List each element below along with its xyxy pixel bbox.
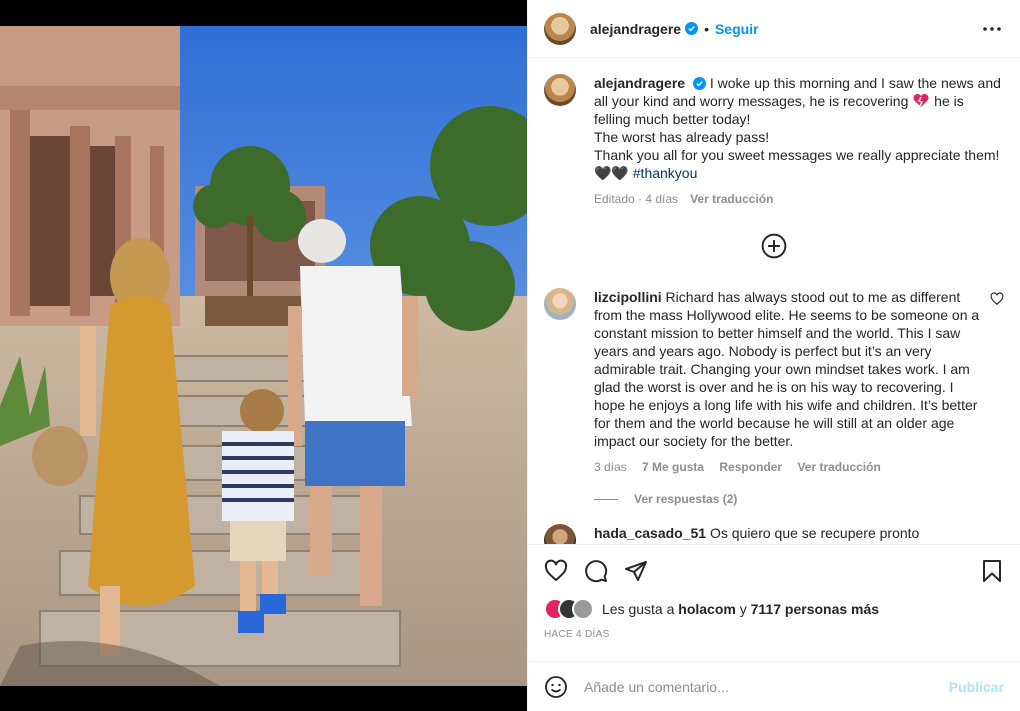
comment-text: Os quiero que se recupere pronto xyxy=(706,525,920,541)
comment-box: Publicar xyxy=(528,661,1020,711)
comment-meta: 3 días 7 Me gusta Responder Ver traducci… xyxy=(594,458,982,476)
likes-middle: y xyxy=(735,601,751,617)
share-icon[interactable] xyxy=(624,559,648,583)
comment-item: lizcipollini Richard has always stood ou… xyxy=(544,288,1004,476)
actions-area: Les gusta a holacom y 7117 personas más … xyxy=(528,544,1020,640)
more-options-icon xyxy=(983,26,1001,31)
post-panel: alejandragere • Seguir alejandragere I w… xyxy=(527,0,1020,711)
comment-reply-button[interactable]: Responder xyxy=(719,460,782,474)
comment-likes-link[interactable]: 7 Me gusta xyxy=(642,460,704,474)
liker-avatars[interactable] xyxy=(544,598,594,620)
comment-item: hada_casado_51 Os quiero que se recupere… xyxy=(544,524,1004,544)
heart-icon[interactable] xyxy=(544,559,568,583)
view-replies-button[interactable]: Ver respuestas (2) xyxy=(594,492,1004,506)
caption-translate-link[interactable]: Ver traducción xyxy=(690,192,773,206)
mending-heart-icon xyxy=(913,93,929,107)
likes-prefix: Les gusta a xyxy=(602,601,679,617)
post-caption: alejandragere I woke up this morning and… xyxy=(544,74,1004,208)
photo-panel xyxy=(0,0,527,711)
post-photo[interactable] xyxy=(0,26,527,686)
comment-body: lizcipollini Richard has always stood ou… xyxy=(594,288,990,476)
caption-meta: Editado · 4 días Ver traducción xyxy=(594,190,1004,208)
follow-button[interactable]: Seguir xyxy=(715,21,759,37)
comment-username[interactable]: hada_casado_51 xyxy=(594,525,706,541)
comment-input[interactable] xyxy=(584,678,949,695)
caption-body: alejandragere I woke up this morning and… xyxy=(594,74,1004,208)
commenter-avatar[interactable] xyxy=(544,524,576,544)
comments-area[interactable]: alejandragere I woke up this morning and… xyxy=(528,58,1020,544)
verified-icon xyxy=(692,77,706,90)
load-more-comments xyxy=(544,216,1004,276)
instagram-post-view: alejandragere • Seguir alejandragere I w… xyxy=(0,0,1020,711)
view-replies-label: Ver respuestas (2) xyxy=(634,492,738,506)
post-timestamp[interactable]: Hace 4 días xyxy=(544,629,1004,640)
comment-text: Richard has always stood out to me as di… xyxy=(594,289,980,449)
more-options-button[interactable] xyxy=(980,17,1004,41)
comment-body: hada_casado_51 Os quiero que se recupere… xyxy=(594,524,1004,544)
caption-hashtag[interactable]: #thankyou xyxy=(633,165,698,181)
action-row xyxy=(544,545,1004,597)
author-avatar[interactable] xyxy=(544,12,576,45)
liker-avatar xyxy=(572,598,594,620)
comment-username[interactable]: lizcipollini xyxy=(594,289,662,305)
bookmark-icon[interactable] xyxy=(980,559,1004,583)
likes-summary: Les gusta a holacom y 7117 personas más xyxy=(602,601,879,617)
verified-icon xyxy=(685,22,699,35)
likes-user-link[interactable]: holacom xyxy=(678,601,736,617)
header-dot-separator: • xyxy=(704,20,709,37)
author-username[interactable]: alejandragere xyxy=(590,21,681,37)
publish-button[interactable]: Publicar xyxy=(949,679,1004,695)
likes-count-link[interactable]: 7117 personas más xyxy=(751,601,879,617)
caption-edited-time: Editado · 4 días xyxy=(594,192,679,206)
commenter-avatar[interactable] xyxy=(544,288,576,320)
replies-divider-line xyxy=(594,498,618,500)
emoji-icon[interactable] xyxy=(544,675,568,699)
comment-translate-link[interactable]: Ver traducción xyxy=(797,460,880,474)
comment-like-heart-icon[interactable] xyxy=(990,292,1004,306)
post-header: alejandragere • Seguir xyxy=(528,0,1020,58)
post-photo-illustration xyxy=(0,26,527,686)
add-circle-icon[interactable] xyxy=(761,233,787,259)
caption-text-line2: The worst has already pass! xyxy=(594,129,770,145)
comment-age: 3 días xyxy=(594,460,627,474)
caption-author-avatar[interactable] xyxy=(544,74,576,106)
comment-icon[interactable] xyxy=(584,559,608,583)
caption-username[interactable]: alejandragere xyxy=(594,75,685,91)
likes-row: Les gusta a holacom y 7117 personas más xyxy=(544,595,1004,623)
